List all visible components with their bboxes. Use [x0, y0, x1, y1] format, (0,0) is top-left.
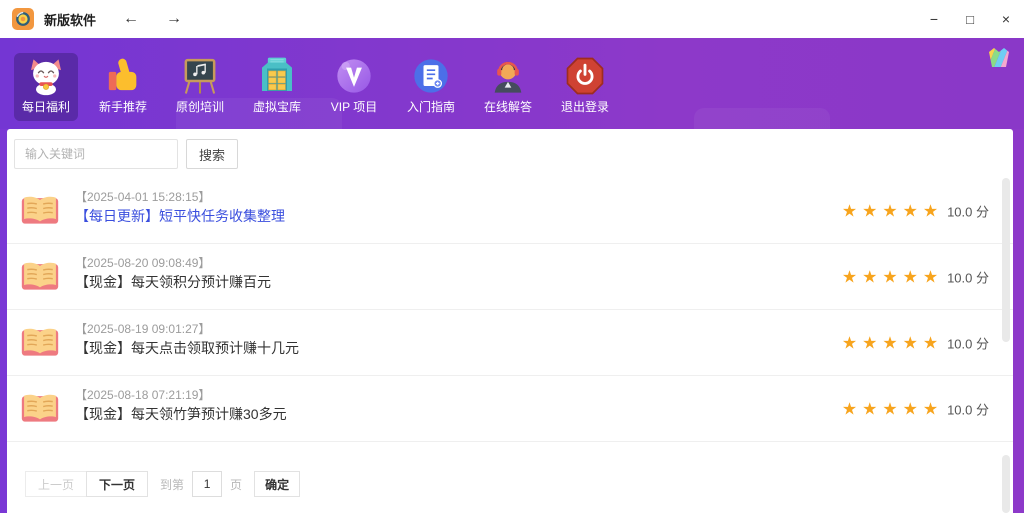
- item-timestamp: 【2025-08-18 07:21:19】: [75, 386, 210, 403]
- search-input[interactable]: [14, 139, 178, 169]
- nav-item-6[interactable]: 入门指南: [399, 53, 463, 121]
- app-logo-icon: [12, 8, 34, 30]
- nav-item-label: 在线解答: [484, 98, 532, 115]
- book-icon: [20, 193, 60, 227]
- next-page-button[interactable]: 下一页: [86, 471, 148, 497]
- nav-item-label: 虚拟宝库: [253, 98, 301, 115]
- window-title: 新版软件: [44, 10, 96, 29]
- nav-item-1[interactable]: 每日福利: [14, 53, 78, 121]
- window-controls: − □ ×: [916, 0, 1024, 38]
- scrollbar-thumb[interactable]: [1002, 455, 1010, 513]
- list-item[interactable]: 【2025-08-18 07:21:19】 【现金】每天领竹笋预计赚30多元 ★…: [7, 376, 1013, 442]
- content-panel: 搜索 【2025-04-01 15:28:15】 【每日更新】短平快任务收集整理…: [7, 129, 1013, 513]
- item-title-link[interactable]: 【现金】每天点击领取预计赚十几元: [75, 338, 299, 358]
- nav-item-label: 退出登录: [561, 98, 609, 115]
- item-timestamp: 【2025-08-19 09:01:27】: [75, 320, 210, 337]
- thumbs-up-icon: [103, 56, 143, 96]
- search-row: 搜索: [14, 139, 238, 169]
- treasury-icon: [257, 56, 297, 96]
- item-timestamp: 【2025-08-20 09:08:49】: [75, 254, 210, 271]
- nav-item-7[interactable]: 在线解答: [476, 53, 540, 121]
- star-icons: ★★★★★: [842, 268, 943, 285]
- pagination: 上一页 下一页 到第 页 确定: [25, 471, 300, 497]
- item-rating: ★★★★★ 10.0 分: [842, 267, 989, 286]
- item-timestamp: 【2025-04-01 15:28:15】: [75, 188, 210, 205]
- title-bar: 新版软件 ← → − □ ×: [0, 0, 1024, 38]
- guide-icon: [411, 56, 451, 96]
- confirm-page-button[interactable]: 确定: [254, 471, 300, 497]
- support-agent-icon: [488, 56, 528, 96]
- search-button[interactable]: 搜索: [186, 139, 238, 169]
- star-icons: ★★★★★: [842, 334, 943, 351]
- item-title-link[interactable]: 【现金】每天领竹笋预计赚30多元: [75, 404, 287, 424]
- book-icon: [20, 325, 60, 359]
- page-number-input[interactable]: [192, 471, 222, 497]
- item-rating: ★★★★★ 10.0 分: [842, 201, 989, 220]
- rainbow-logo-icon: [986, 47, 1012, 69]
- item-score: 10.0 分: [947, 267, 989, 286]
- item-score: 10.0 分: [947, 399, 989, 418]
- item-title-link[interactable]: 【现金】每天领积分预计赚百元: [75, 272, 271, 292]
- item-title-link[interactable]: 【每日更新】短平快任务收集整理: [75, 206, 285, 226]
- nav-item-3[interactable]: 原创培训: [168, 53, 232, 121]
- article-list: 【2025-04-01 15:28:15】 【每日更新】短平快任务收集整理 ★★…: [7, 178, 1013, 442]
- nav-item-label: 新手推荐: [99, 98, 147, 115]
- page-unit-label: 页: [230, 476, 242, 493]
- nav-item-2[interactable]: 新手推荐: [91, 53, 155, 121]
- nav-item-label: VIP 项目: [331, 98, 377, 115]
- prev-page-button[interactable]: 上一页: [25, 471, 87, 497]
- scrollbar-thumb[interactable]: [1002, 178, 1010, 342]
- minimize-button[interactable]: −: [916, 0, 952, 38]
- logout-power-icon: [565, 56, 605, 96]
- list-item[interactable]: 【2025-08-20 09:08:49】 【现金】每天领积分预计赚百元 ★★★…: [7, 244, 1013, 310]
- book-icon: [20, 259, 60, 293]
- lucky-cat-icon: [26, 56, 66, 96]
- close-button[interactable]: ×: [988, 0, 1024, 38]
- forward-arrow-icon[interactable]: →: [166, 0, 182, 38]
- goto-page-label: 到第: [160, 476, 184, 493]
- back-arrow-icon[interactable]: ←: [123, 0, 139, 38]
- item-score: 10.0 分: [947, 333, 989, 352]
- nav-item-label: 每日福利: [22, 98, 70, 115]
- item-rating: ★★★★★ 10.0 分: [842, 399, 989, 418]
- nav-item-4[interactable]: 虚拟宝库: [245, 53, 309, 121]
- item-rating: ★★★★★ 10.0 分: [842, 333, 989, 352]
- book-icon: [20, 391, 60, 425]
- item-score: 10.0 分: [947, 201, 989, 220]
- nav-item-5[interactable]: VIP 项目: [322, 53, 386, 121]
- nav-item-8[interactable]: 退出登录: [553, 53, 617, 121]
- nav-item-label: 原创培训: [176, 98, 224, 115]
- list-item[interactable]: 【2025-08-19 09:01:27】 【现金】每天点击领取预计赚十几元 ★…: [7, 310, 1013, 376]
- vip-icon: [334, 56, 374, 96]
- list-item[interactable]: 【2025-04-01 15:28:15】 【每日更新】短平快任务收集整理 ★★…: [7, 178, 1013, 244]
- blackboard-icon: [180, 56, 220, 96]
- nav-item-label: 入门指南: [407, 98, 455, 115]
- star-icons: ★★★★★: [842, 202, 943, 219]
- main-nav: 每日福利 新手推荐 原创培训 虚拟宝库 VIP 项目 入门指南 在线解答 退出登…: [0, 38, 1024, 129]
- star-icons: ★★★★★: [842, 400, 943, 417]
- maximize-button[interactable]: □: [952, 0, 988, 38]
